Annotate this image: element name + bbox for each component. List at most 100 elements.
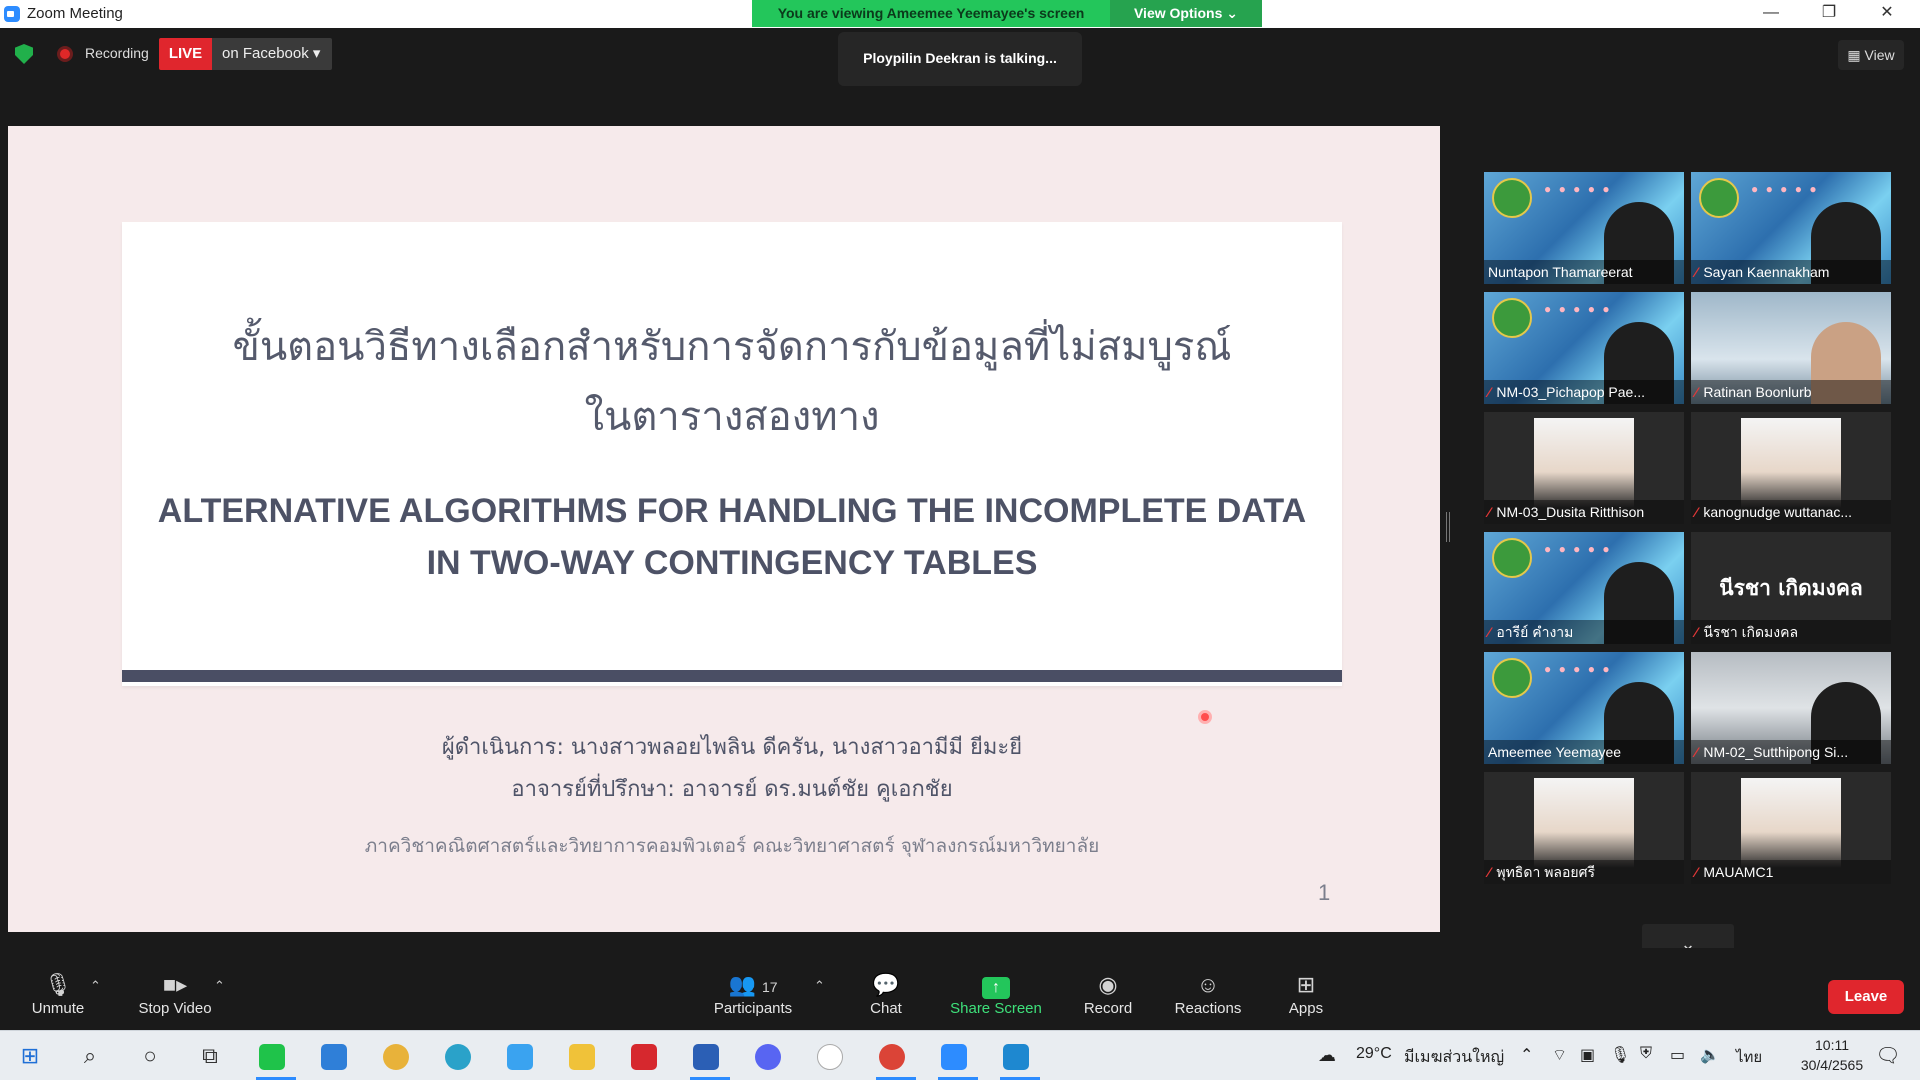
search-icon[interactable]: ⌕	[70, 1038, 110, 1074]
participant-name-label: ⁄ NM-03_Dusita Ritthison	[1484, 500, 1684, 524]
participant-tile[interactable]: ⁄ พุทธิดา พลอยศรี	[1484, 772, 1684, 884]
muted-microphone-icon: ⁄	[1695, 384, 1698, 400]
active-speaker-indicator: Ploypilin Deekran is talking...	[838, 32, 1082, 86]
system-clock[interactable]: 10:11 30/4/2565	[1792, 1035, 1872, 1075]
reactions-label: Reactions	[1174, 1000, 1242, 1017]
weather-cloud-icon[interactable]: ☁	[1318, 1045, 1336, 1066]
participant-profile-photo	[1534, 778, 1634, 868]
laser-pointer	[1198, 710, 1212, 724]
writer-app-icon[interactable]	[810, 1038, 850, 1074]
lightshot-app-icon[interactable]	[500, 1038, 540, 1074]
muted-microphone-icon: ⁄	[1488, 384, 1491, 400]
minimize-button[interactable]: —	[1742, 0, 1800, 28]
unmute-button[interactable]: 🎙 Unmute	[18, 970, 98, 1030]
participant-tile[interactable]: ⁄ MAUAMC1	[1691, 772, 1891, 884]
recording-label: Recording	[85, 45, 149, 61]
participant-tile[interactable]: ⁄ Sayan Kaennakham	[1691, 172, 1891, 284]
weather-temperature[interactable]: 29°C	[1356, 1045, 1392, 1063]
mcafee-app-icon[interactable]	[624, 1038, 664, 1074]
task-view-icon[interactable]: ⧉	[190, 1038, 230, 1074]
zoom-taskbar-icon[interactable]	[934, 1038, 978, 1080]
discord-app-icon[interactable]	[748, 1038, 788, 1074]
screen-share-banner: You are viewing Ameemee Yeemayee's scree…	[752, 0, 1110, 27]
record-label: Record	[1083, 1000, 1133, 1017]
participants-label: Participants	[713, 1000, 793, 1017]
live-target-dropdown[interactable]: on Facebook ▾	[212, 38, 332, 70]
restore-button[interactable]: ❐	[1800, 0, 1858, 28]
photos-app-icon[interactable]	[996, 1038, 1040, 1080]
edge-app-icon[interactable]	[438, 1038, 478, 1074]
slide-title-thai-1: ขั้นตอนวิธีทางเลือกสำหรับการจัดการกับข้อ…	[232, 324, 1232, 370]
mail-app-icon[interactable]	[314, 1038, 354, 1074]
video-options-caret[interactable]: ⌃	[214, 978, 225, 994]
stop-video-button[interactable]: ■▸ Stop Video	[130, 970, 220, 1030]
volume-icon[interactable]: 🔈	[1700, 1045, 1720, 1065]
audio-options-caret[interactable]: ⌃	[90, 978, 101, 994]
muted-microphone-icon: ⁄	[1695, 864, 1698, 880]
participant-profile-photo	[1741, 778, 1841, 868]
file-explorer-icon[interactable]	[562, 1038, 602, 1074]
participant-name: MAUAMC1	[1703, 864, 1774, 880]
microphone-tray-icon[interactable]: 🎙	[1610, 1045, 1630, 1065]
view-label: View	[1864, 47, 1895, 63]
meeting-toolbar: 🎙 Unmute ⌃ ■▸ Stop Video ⌃ 👥 17 Particip…	[0, 948, 1920, 1030]
unmute-label: Unmute	[31, 1000, 85, 1017]
view-button[interactable]: ▦ View	[1838, 40, 1904, 70]
tray-overflow-icon[interactable]: ⌃	[1520, 1045, 1533, 1065]
participant-name-label: ⁄ อารีย์ คำงาม	[1484, 620, 1684, 644]
share-screen-button[interactable]: ↑ Share Screen	[948, 970, 1044, 1030]
participant-name: Nuntapon Thamareerat	[1488, 264, 1633, 280]
participants-button[interactable]: 👥 17 Participants	[708, 970, 798, 1030]
security-shield-icon[interactable]	[15, 44, 33, 64]
participant-tile[interactable]: ⁄ Ratinan Boonlurb	[1691, 292, 1891, 404]
windows-start-icon[interactable]: ⊞	[10, 1038, 50, 1074]
close-button[interactable]: ✕	[1858, 0, 1916, 28]
chrome-app-icon[interactable]	[376, 1038, 416, 1074]
participant-tile[interactable]: ⁄ kanognudge wuttanac...	[1691, 412, 1891, 524]
muted-microphone-icon: ⁄	[1695, 264, 1698, 280]
word-app-icon[interactable]	[686, 1038, 730, 1080]
panel-resize-handle[interactable]	[1446, 512, 1450, 542]
weather-description[interactable]: มีเมฆส่วนใหญ่	[1404, 1045, 1504, 1070]
recording-icon	[57, 46, 73, 62]
slide-title-english-2: IN TWO-WAY CONTINGENCY TABLES	[426, 544, 1038, 582]
cortana-icon[interactable]: ○	[130, 1038, 170, 1074]
participant-name-label: ⁄ NM-03_Pichapop Pae...	[1484, 380, 1684, 404]
network-icon[interactable]: ⌔	[1552, 1045, 1567, 1065]
video-camera-icon: ■▸	[162, 972, 188, 997]
reactions-button[interactable]: ☺ Reactions	[1168, 970, 1248, 1030]
reactions-smiley-icon: ☺	[1196, 972, 1220, 997]
input-language[interactable]: ไทย	[1736, 1045, 1762, 1069]
apps-label: Apps	[1288, 1000, 1324, 1017]
participant-tile[interactable]: Ameemee Yeemayee	[1484, 652, 1684, 764]
slide-divider-bar	[122, 670, 1342, 682]
security-tray-icon[interactable]: ⛨	[1640, 1045, 1652, 1063]
participant-display-name: นีรชา เกิดมงคล	[1719, 576, 1863, 600]
chat-bubble-icon: 💬	[872, 972, 900, 997]
record-button[interactable]: ◉ Record	[1078, 970, 1138, 1030]
shared-screen-slide: ขั้นตอนวิธีทางเลือกสำหรับการจัดการกับข้อ…	[8, 126, 1440, 932]
participant-name: อารีย์ คำงาม	[1496, 624, 1574, 640]
participants-options-caret[interactable]: ⌃	[814, 978, 825, 994]
muted-microphone-icon: ⁄	[1695, 624, 1698, 640]
participant-tile[interactable]: ⁄ อารีย์ คำงาม	[1484, 532, 1684, 644]
participant-tile[interactable]: ⁄ NM-03_Pichapop Pae...	[1484, 292, 1684, 404]
leave-button[interactable]: Leave	[1828, 980, 1904, 1014]
participant-tile[interactable]: นีรชา เกิดมงคล ⁄ นีรชา เกิดมงคล	[1691, 532, 1891, 644]
participant-tile[interactable]: ⁄ NM-02_Sutthipong Si...	[1691, 652, 1891, 764]
battery-icon[interactable]: ▭	[1670, 1045, 1685, 1065]
line-app-icon[interactable]	[252, 1038, 296, 1080]
notification-center-icon[interactable]: 🗨	[1866, 1041, 1910, 1071]
chat-button[interactable]: 💬 Chat	[856, 970, 916, 1030]
participant-tile[interactable]: ⁄ NM-03_Dusita Ritthison	[1484, 412, 1684, 524]
participant-tile[interactable]: Nuntapon Thamareerat	[1484, 172, 1684, 284]
apps-button[interactable]: ⊞ Apps	[1276, 970, 1336, 1030]
live-badge[interactable]: LIVE	[159, 38, 212, 70]
chrome-profile-app-icon[interactable]	[872, 1038, 916, 1080]
apps-icon: ⊞	[1296, 972, 1316, 997]
share-screen-label: Share Screen	[950, 1000, 1042, 1017]
view-options-button[interactable]: View Options ⌄	[1110, 0, 1262, 27]
participant-profile-photo	[1534, 418, 1634, 508]
meet-now-icon[interactable]: ▣	[1580, 1045, 1595, 1065]
participant-name-label: ⁄ Ratinan Boonlurb	[1691, 380, 1891, 404]
